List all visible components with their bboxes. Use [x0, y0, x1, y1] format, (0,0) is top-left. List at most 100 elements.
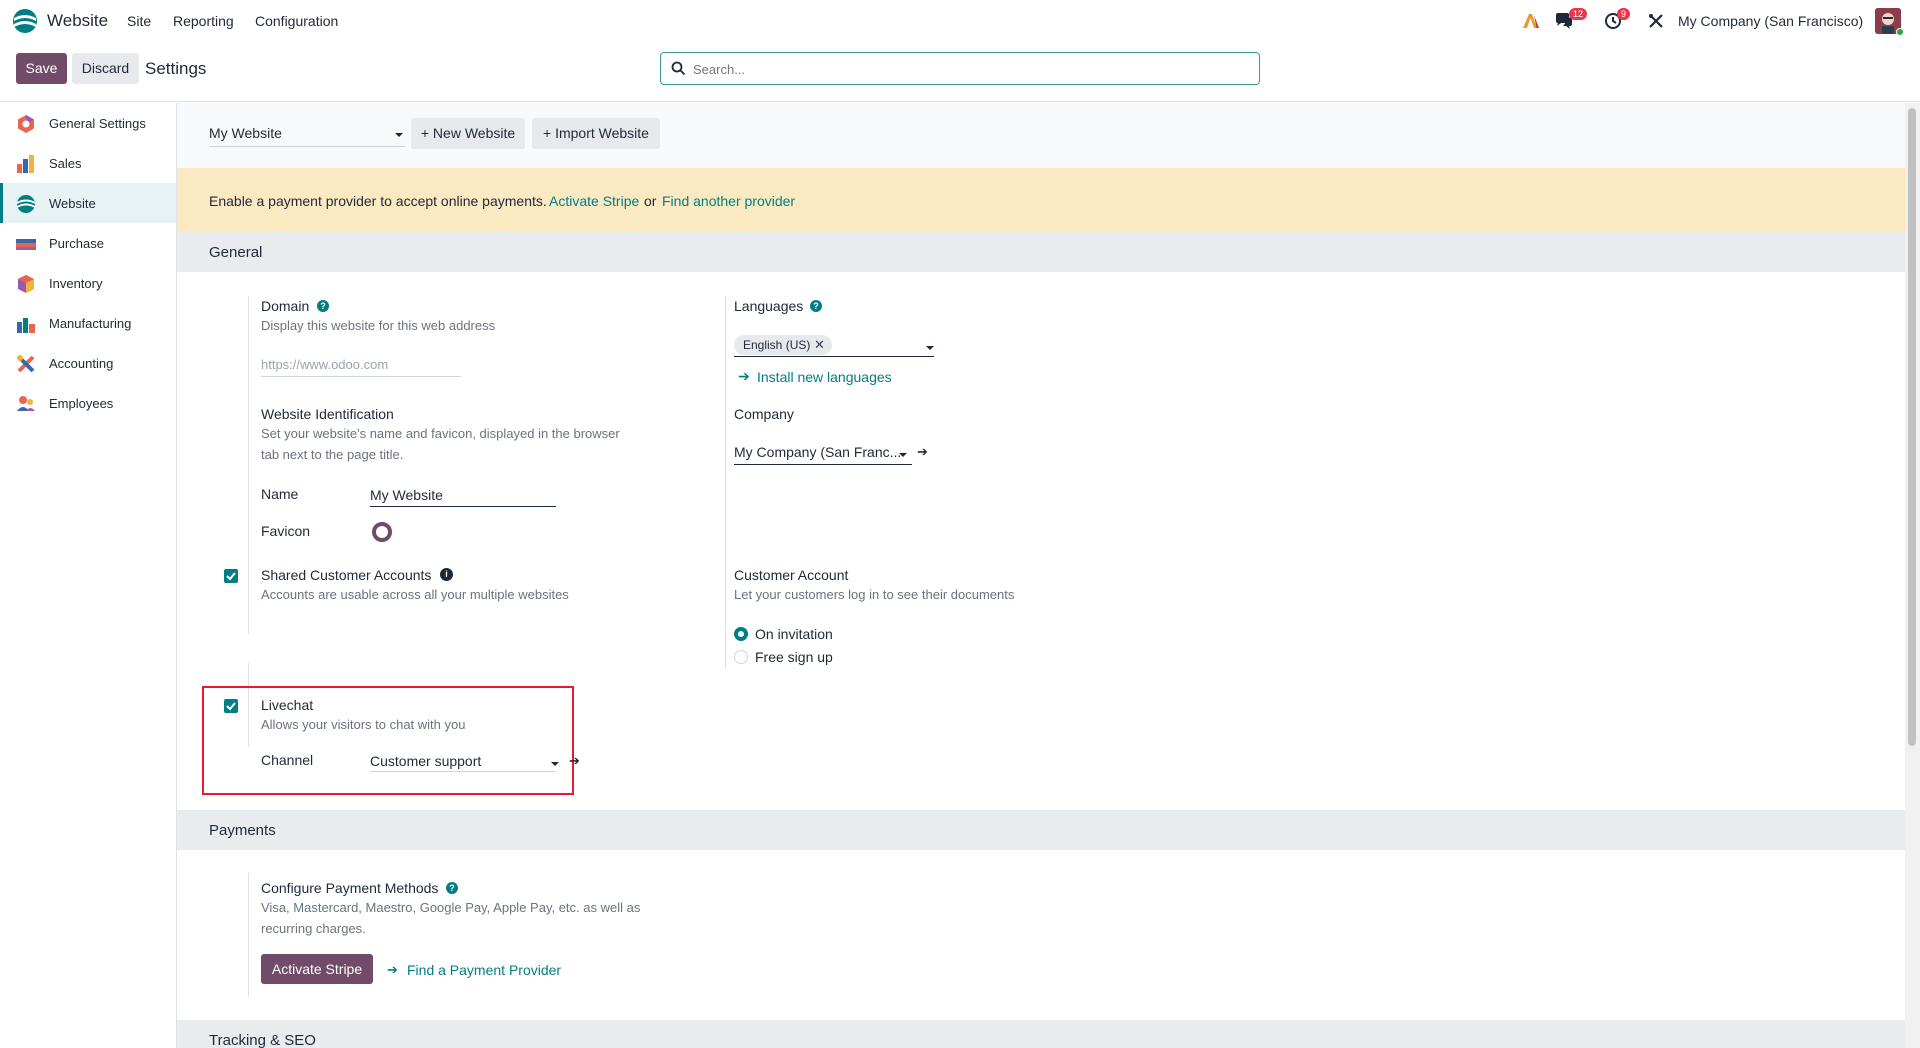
- top-navbar: Website Site Reporting Configuration 12 …: [0, 0, 1920, 42]
- breadcrumb-settings: Settings: [145, 59, 207, 78]
- livechat-title: Livechat: [261, 697, 314, 713]
- company-switcher[interactable]: My Company (San Francisco): [1678, 13, 1863, 29]
- tools-icon[interactable]: [1645, 10, 1667, 32]
- search-bar[interactable]: [660, 52, 1260, 85]
- import-website-button[interactable]: + Import Website: [532, 118, 660, 149]
- sidebar-item-label: General Settings: [49, 116, 146, 131]
- sidebar-item-label: Sales: [49, 156, 82, 171]
- chat-badge: 12: [1569, 8, 1588, 20]
- section-title: General: [209, 244, 263, 261]
- info-icon[interactable]: i: [440, 568, 453, 581]
- radio-on-invitation[interactable]: [734, 627, 748, 641]
- help-icon[interactable]: ?: [810, 300, 822, 312]
- remove-tag-icon[interactable]: ✕: [814, 337, 825, 353]
- company-title: Company: [734, 406, 794, 422]
- sidebar-item-label: Purchase: [49, 236, 104, 251]
- radio-free-signup-label: Free sign up: [755, 649, 833, 665]
- website-app-icon[interactable]: [12, 8, 38, 34]
- menu-site[interactable]: Site: [127, 13, 151, 29]
- alert-text: Enable a payment provider to accept onli…: [209, 193, 547, 209]
- settings-sidebar: General Settings Sales Website Purchase …: [0, 103, 177, 1048]
- radio-on-invitation-label: On invitation: [755, 626, 833, 642]
- discard-button[interactable]: Discard: [72, 53, 139, 84]
- customer-account-description: Let your customers log in to see their d…: [734, 587, 1015, 602]
- language-tag-label: English (US): [743, 338, 811, 352]
- sidebar-item-label: Inventory: [49, 276, 103, 291]
- menu-configuration[interactable]: Configuration: [255, 13, 338, 29]
- settings-content: My Website + New Website + Import Websit…: [177, 103, 1905, 1048]
- livechat-checkbox[interactable]: [224, 699, 238, 713]
- menu-reporting[interactable]: Reporting: [173, 13, 234, 29]
- help-icon[interactable]: ?: [317, 300, 329, 312]
- sidebar-item-label: Manufacturing: [49, 316, 132, 331]
- chevron-down-icon[interactable]: [899, 453, 907, 457]
- shared-accounts-description: Accounts are usable across all your mult…: [261, 587, 569, 602]
- sidebar-item-sales[interactable]: Sales: [0, 143, 176, 183]
- activate-stripe-link[interactable]: Activate Stripe: [549, 193, 639, 209]
- domain-description: Display this website for this web addres…: [261, 318, 496, 333]
- shared-accounts-checkbox[interactable]: [224, 569, 238, 583]
- activity-badge: 9: [1617, 8, 1631, 20]
- search-icon: [671, 61, 686, 79]
- sidebar-item-label: Website: [49, 196, 96, 211]
- save-button[interactable]: Save: [16, 53, 67, 84]
- sidebar-item-label: Employees: [49, 396, 114, 411]
- website-icon: [16, 194, 36, 214]
- external-link-arrow-icon[interactable]: ➔: [569, 753, 580, 769]
- new-website-button[interactable]: + New Website: [411, 118, 525, 149]
- channel-label: Channel: [261, 752, 314, 768]
- name-label: Name: [261, 486, 299, 502]
- section-tracking-seo: Tracking & SEO: [177, 1020, 1905, 1048]
- sidebar-item-accounting[interactable]: Accounting: [0, 343, 176, 383]
- domain-title: Domain: [261, 298, 310, 314]
- find-payment-provider-link[interactable]: Find a Payment Provider: [407, 962, 561, 978]
- identification-desc-1: Set your website's name and favicon, dis…: [261, 426, 620, 441]
- website-select[interactable]: My Website: [209, 125, 282, 141]
- scrollbar-thumb[interactable]: [1908, 108, 1916, 746]
- arrow-right-icon: ➔: [738, 368, 750, 384]
- activate-stripe-button[interactable]: Activate Stripe: [261, 954, 373, 984]
- identification-title: Website Identification: [261, 406, 394, 422]
- install-languages-link[interactable]: Install new languages: [757, 369, 892, 385]
- app-name[interactable]: Website: [47, 11, 108, 31]
- manufacturing-icon: [16, 314, 36, 334]
- sales-icon: [16, 154, 36, 174]
- sidebar-item-website[interactable]: Website: [0, 183, 176, 223]
- sidebar-item-manufacturing[interactable]: Manufacturing: [0, 303, 176, 343]
- domain-input[interactable]: https://www.odoo.com: [261, 357, 388, 372]
- name-input[interactable]: My Website: [370, 487, 443, 503]
- chevron-down-icon[interactable]: [926, 346, 934, 350]
- alert-or: or: [644, 193, 657, 209]
- radio-free-signup[interactable]: [734, 650, 748, 664]
- payment-alert: Enable a payment provider to accept onli…: [177, 168, 1905, 232]
- accounting-icon: [16, 354, 36, 374]
- chevron-down-icon[interactable]: [551, 762, 559, 766]
- ai-assistant-icon[interactable]: [1520, 10, 1542, 32]
- sidebar-item-purchase[interactable]: Purchase: [0, 223, 176, 263]
- configure-payment-desc-2: recurring charges.: [261, 921, 366, 936]
- external-link-arrow-icon[interactable]: ➔: [917, 444, 928, 460]
- section-title: Tracking & SEO: [209, 1032, 316, 1048]
- website-selector-bar: My Website + New Website + Import Websit…: [177, 103, 1905, 168]
- channel-select[interactable]: Customer support: [370, 753, 481, 769]
- sidebar-item-label: Accounting: [49, 356, 114, 371]
- livechat-description: Allows your visitors to chat with you: [261, 717, 466, 732]
- help-icon[interactable]: ?: [446, 882, 458, 894]
- chevron-down-icon: [395, 133, 403, 137]
- find-provider-link[interactable]: Find another provider: [662, 193, 795, 209]
- arrow-right-icon: ➔: [387, 962, 398, 977]
- section-payments: Payments: [177, 810, 1905, 850]
- company-select[interactable]: My Company (San Franc...: [734, 444, 901, 460]
- favicon-label: Favicon: [261, 523, 311, 539]
- languages-title: Languages: [734, 298, 804, 314]
- livechat-highlight-box: [202, 686, 574, 795]
- sidebar-item-general-settings[interactable]: General Settings: [0, 103, 176, 143]
- employees-icon: [16, 394, 36, 414]
- inventory-icon: [16, 274, 36, 294]
- sidebar-item-inventory[interactable]: Inventory: [0, 263, 176, 303]
- language-tag: English (US) ✕: [734, 335, 832, 355]
- search-input[interactable]: [693, 59, 1243, 79]
- section-general: General: [177, 232, 1905, 272]
- favicon-image[interactable]: [372, 522, 392, 542]
- sidebar-item-employees[interactable]: Employees: [0, 383, 176, 423]
